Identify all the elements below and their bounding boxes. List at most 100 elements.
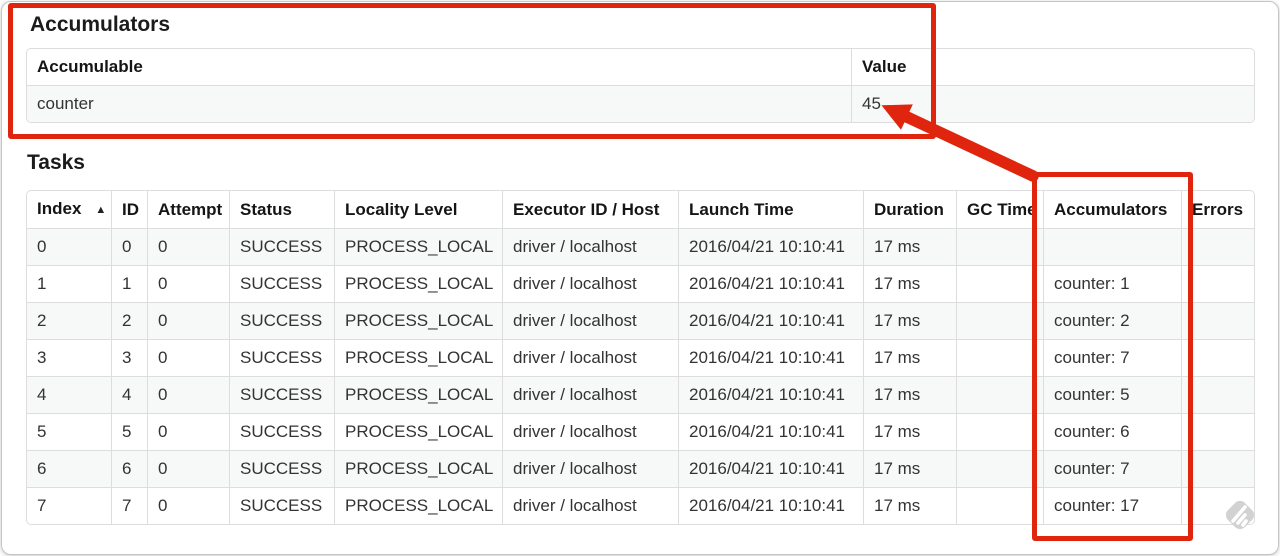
task-cell-attempt: 0: [147, 487, 229, 524]
launch-time-column-header[interactable]: Launch Time: [678, 191, 863, 228]
task-cell-accumulators: counter: 5: [1043, 376, 1181, 413]
task-cell-accumulators: counter: 2: [1043, 302, 1181, 339]
task-cell-id: 2: [111, 302, 147, 339]
task-cell-executor_id_host: driver / localhost: [502, 302, 678, 339]
task-cell-launch_time: 2016/04/21 10:10:41: [678, 450, 863, 487]
task-cell-index: 5: [27, 413, 111, 450]
sort-ascending-icon: ▲: [95, 204, 107, 216]
task-cell-attempt: 0: [147, 228, 229, 265]
task-row: 4 4 0 SUCCESS PROCESS_LOCAL driver / localhos…: [27, 376, 1254, 413]
task-cell-executor_id_host: driver / localhost: [502, 450, 678, 487]
tasks-section-title: Tasks: [27, 151, 85, 174]
spark-stage-page: Accumulators Accumulable Value counter 45…: [0, 0, 1280, 556]
task-cell-id: 3: [111, 339, 147, 376]
task-row: 1 1 0 SUCCESS PROCESS_LOCAL driver / localhos…: [27, 265, 1254, 302]
task-cell-launch_time: 2016/04/21 10:10:41: [678, 228, 863, 265]
task-cell-duration: 17 ms: [863, 450, 956, 487]
accumulators-table: Accumulable Value counter 45: [26, 48, 1255, 123]
locality-level-column-header[interactable]: Locality Level: [334, 191, 502, 228]
accumulators-table-body: counter 45: [27, 85, 1254, 122]
task-cell-status: SUCCESS: [229, 265, 334, 302]
task-cell-accumulators: counter: 6: [1043, 413, 1181, 450]
task-row: 6 6 0 SUCCESS PROCESS_LOCAL driver / localhos…: [27, 450, 1254, 487]
accumulators-section-title: Accumulators: [30, 13, 171, 36]
task-cell-id: 1: [111, 265, 147, 302]
task-cell-gc_time: [956, 228, 1043, 265]
id-column-header[interactable]: ID: [111, 191, 147, 228]
task-cell-executor_id_host: driver / localhost: [502, 228, 678, 265]
task-cell-accumulators: counter: 17: [1043, 487, 1181, 524]
task-cell-accumulators: [1043, 228, 1181, 265]
attempt-column-header[interactable]: Attempt: [147, 191, 229, 228]
task-cell-locality_level: PROCESS_LOCAL: [334, 228, 502, 265]
task-cell-gc_time: [956, 265, 1043, 302]
task-cell-errors: [1181, 413, 1254, 450]
task-cell-locality_level: PROCESS_LOCAL: [334, 376, 502, 413]
duration-column-header[interactable]: Duration: [863, 191, 956, 228]
tasks-table: Index ▲ ID Attempt Status Locality Level …: [26, 190, 1255, 525]
task-row: 2 2 0 SUCCESS PROCESS_LOCAL driver / localhos…: [27, 302, 1254, 339]
task-cell-gc_time: [956, 376, 1043, 413]
errors-column-header[interactable]: Errors: [1181, 191, 1254, 228]
gc-time-column-header[interactable]: GC Time: [956, 191, 1043, 228]
task-cell-id: 6: [111, 450, 147, 487]
task-cell-status: SUCCESS: [229, 228, 334, 265]
task-row: 5 5 0 SUCCESS PROCESS_LOCAL driver / localhos…: [27, 413, 1254, 450]
task-cell-status: SUCCESS: [229, 487, 334, 524]
task-cell-launch_time: 2016/04/21 10:10:41: [678, 413, 863, 450]
task-cell-errors: [1181, 228, 1254, 265]
task-cell-id: 4: [111, 376, 147, 413]
tasks-header-row: Index ▲ ID Attempt Status Locality Level …: [27, 191, 1254, 228]
task-row: 7 7 0 SUCCESS PROCESS_LOCAL driver / localhos…: [27, 487, 1254, 524]
task-cell-attempt: 0: [147, 376, 229, 413]
task-cell-executor_id_host: driver / localhost: [502, 376, 678, 413]
task-cell-attempt: 0: [147, 339, 229, 376]
task-cell-duration: 17 ms: [863, 228, 956, 265]
task-cell-locality_level: PROCESS_LOCAL: [334, 413, 502, 450]
column-header-label: Index: [37, 199, 82, 218]
task-cell-launch_time: 2016/04/21 10:10:41: [678, 265, 863, 302]
accumulable-column-header: Accumulable: [37, 57, 143, 76]
task-cell-launch_time: 2016/04/21 10:10:41: [678, 376, 863, 413]
task-cell-accumulators: counter: 1: [1043, 265, 1181, 302]
feedly-watermark-icon: [1225, 500, 1255, 530]
task-cell-attempt: 0: [147, 450, 229, 487]
task-cell-errors: [1181, 376, 1254, 413]
task-cell-index: 6: [27, 450, 111, 487]
task-cell-errors: [1181, 450, 1254, 487]
task-cell-index: 1: [27, 265, 111, 302]
task-cell-locality_level: PROCESS_LOCAL: [334, 339, 502, 376]
task-cell-duration: 17 ms: [863, 413, 956, 450]
value-column-header: Value: [851, 49, 1254, 85]
task-cell-index: 7: [27, 487, 111, 524]
task-cell-attempt: 0: [147, 302, 229, 339]
task-cell-id: 5: [111, 413, 147, 450]
executor-id-host-column-header[interactable]: Executor ID / Host: [502, 191, 678, 228]
task-cell-executor_id_host: driver / localhost: [502, 339, 678, 376]
accumulable-cell-accumulable: counter: [27, 85, 851, 122]
task-cell-id: 0: [111, 228, 147, 265]
index-column-header[interactable]: Index ▲: [27, 191, 111, 228]
task-row: 3 3 0 SUCCESS PROCESS_LOCAL driver / localhos…: [27, 339, 1254, 376]
task-cell-status: SUCCESS: [229, 376, 334, 413]
task-cell-errors: [1181, 265, 1254, 302]
task-cell-index: 3: [27, 339, 111, 376]
task-cell-index: 2: [27, 302, 111, 339]
task-cell-locality_level: PROCESS_LOCAL: [334, 265, 502, 302]
tasks-table-body: 0 0 0 SUCCESS PROCESS_LOCAL driver / localhos…: [27, 228, 1254, 524]
task-cell-index: 4: [27, 376, 111, 413]
task-cell-gc_time: [956, 450, 1043, 487]
status-column-header[interactable]: Status: [229, 191, 334, 228]
task-cell-attempt: 0: [147, 265, 229, 302]
task-cell-locality_level: PROCESS_LOCAL: [334, 302, 502, 339]
task-cell-executor_id_host: driver / localhost: [502, 265, 678, 302]
accumulable-row: counter 45: [27, 85, 1254, 122]
task-cell-duration: 17 ms: [863, 376, 956, 413]
accumulators-column-header[interactable]: Accumulators: [1043, 191, 1181, 228]
task-cell-status: SUCCESS: [229, 413, 334, 450]
task-cell-launch_time: 2016/04/21 10:10:41: [678, 302, 863, 339]
task-cell-status: SUCCESS: [229, 450, 334, 487]
task-cell-executor_id_host: driver / localhost: [502, 487, 678, 524]
task-cell-gc_time: [956, 487, 1043, 524]
task-cell-executor_id_host: driver / localhost: [502, 413, 678, 450]
